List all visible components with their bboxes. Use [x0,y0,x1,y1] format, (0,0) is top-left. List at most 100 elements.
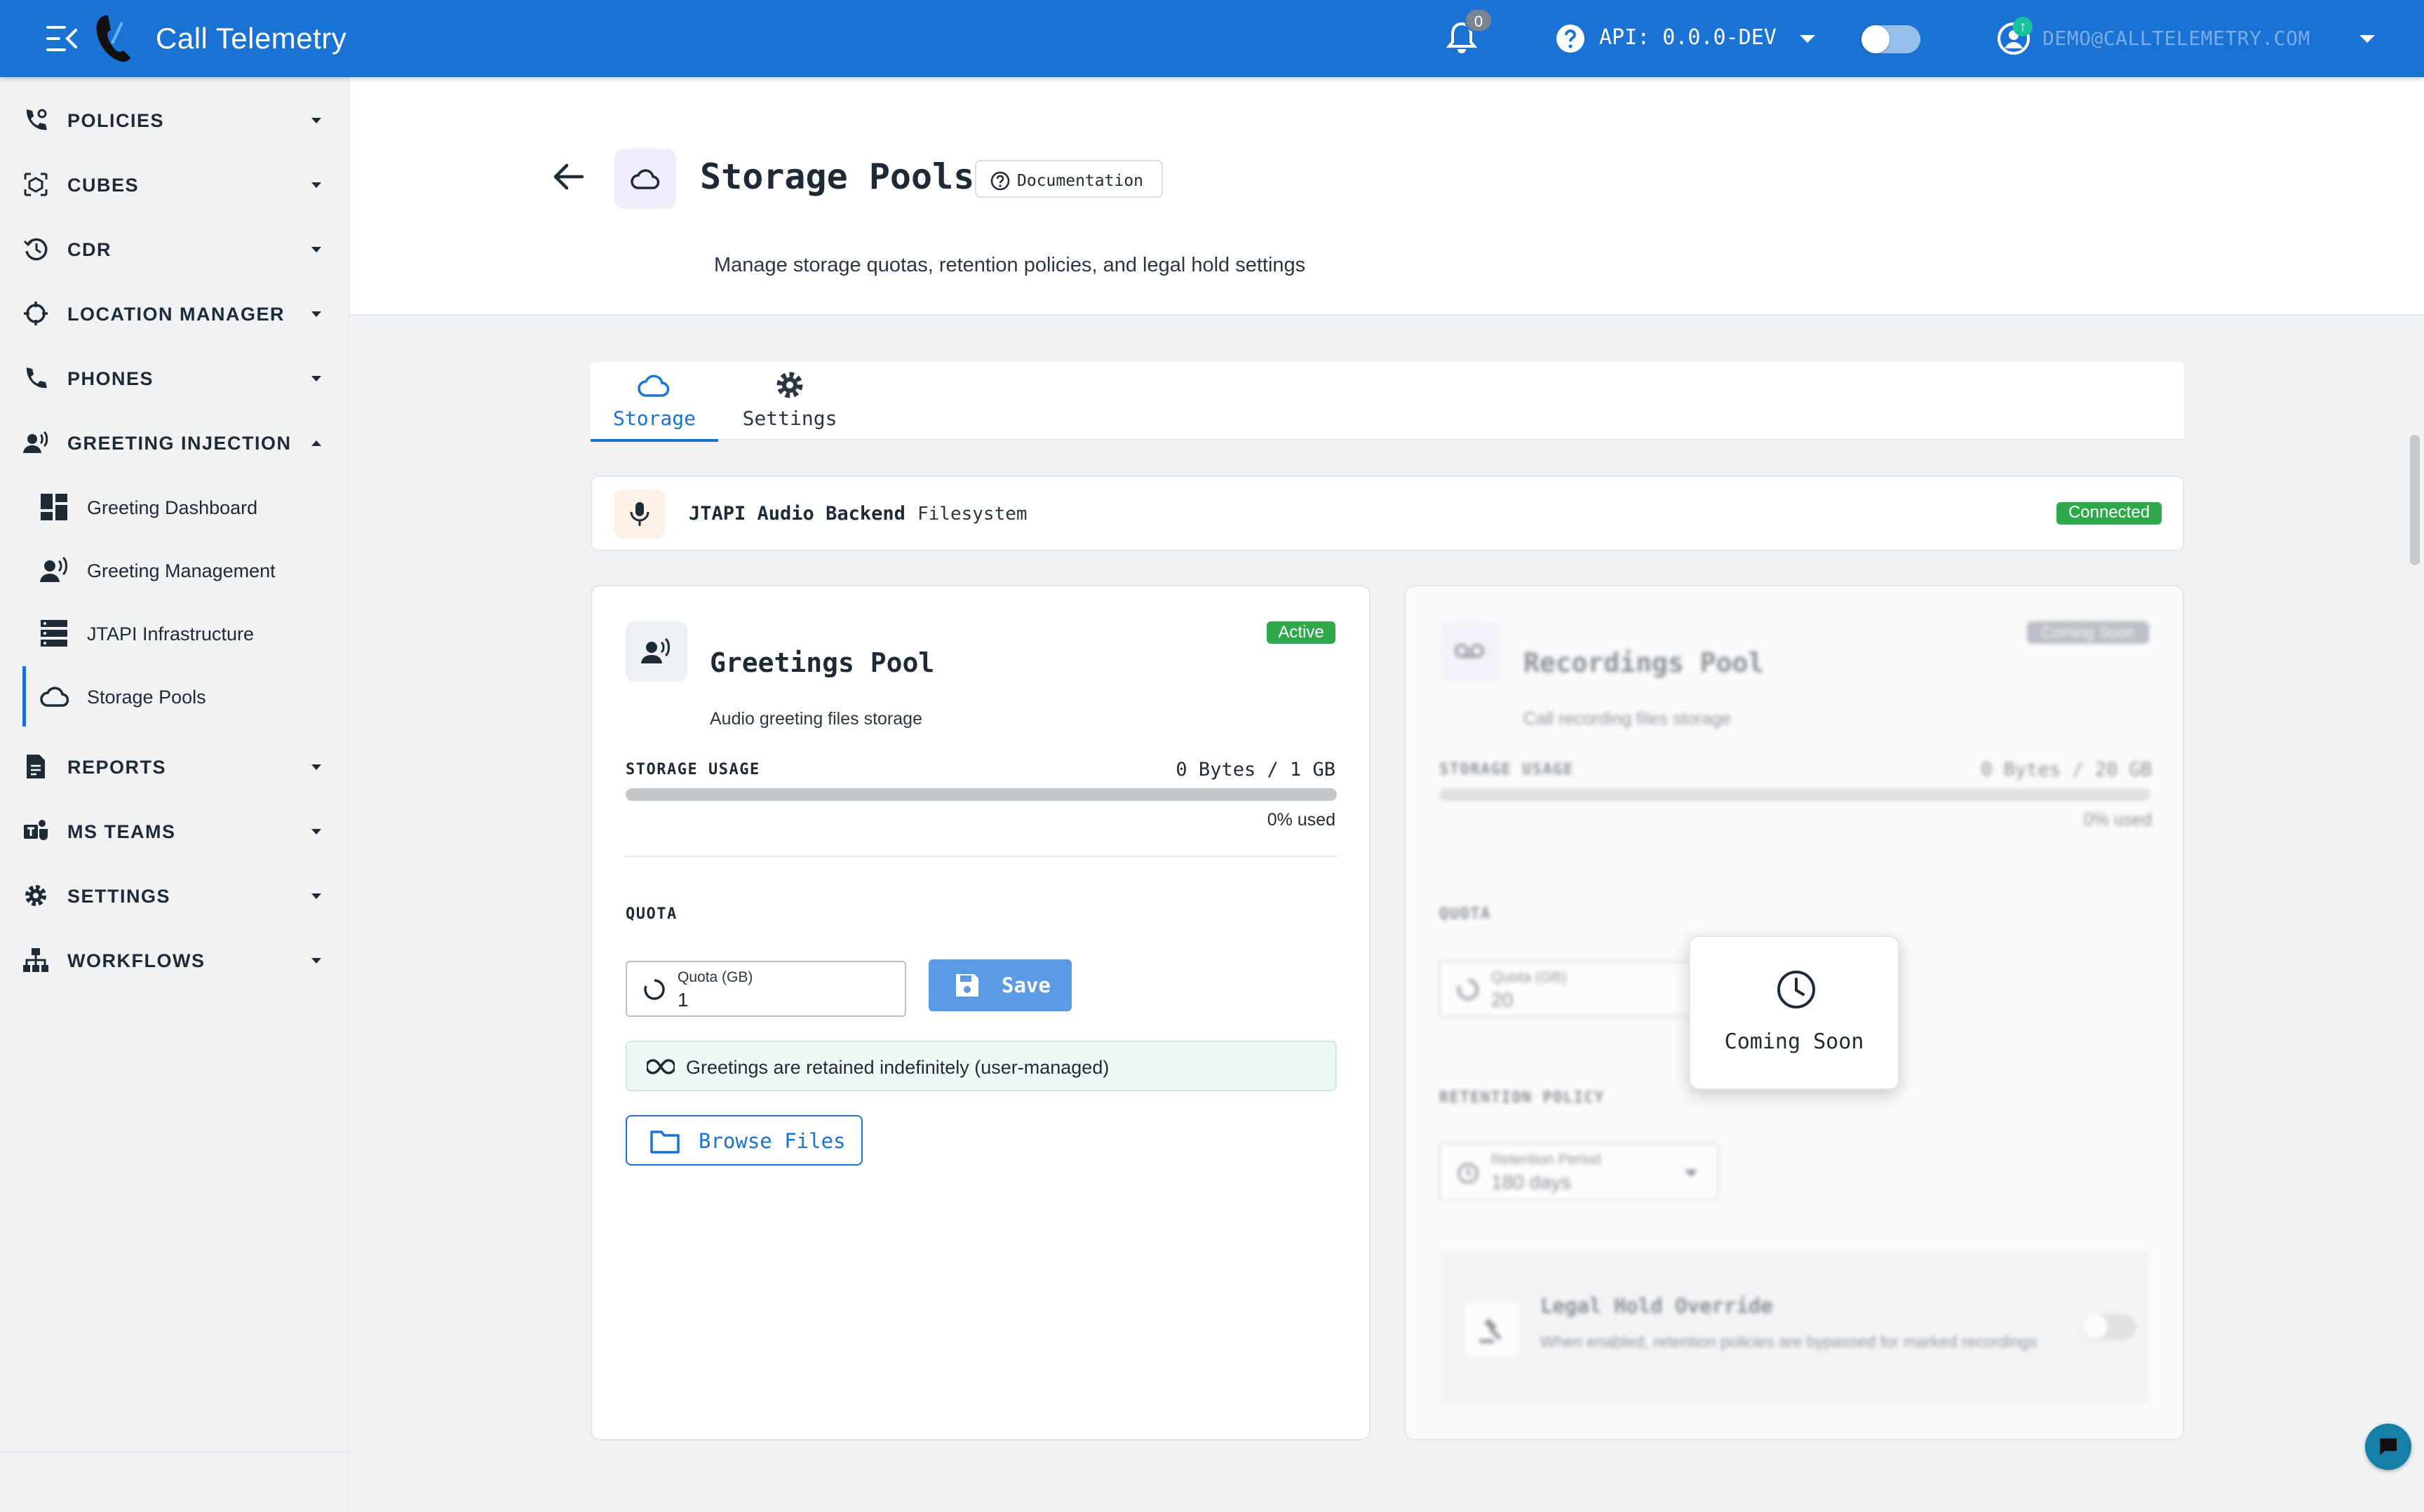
documentation-label: Documentation [1017,172,1144,190]
tab-underline [591,439,718,442]
page-title: Storage Pools [700,156,975,197]
sidebar-item-phones[interactable]: PHONES [0,348,349,408]
chevron-down-icon [311,311,321,317]
call-telemetry-logo-icon[interactable] [91,13,135,65]
api-version-selector[interactable]: API: 0.0.0-DEV [1599,25,1777,50]
sidebar-item-jtapi-infrastructure[interactable]: JTAPI Infrastructure [22,603,349,663]
chevron-down-icon [1685,1170,1697,1177]
sidebar-item-workflows[interactable]: WORKFLOWS [0,930,349,990]
sidebar-item-label: REPORTS [67,757,167,778]
chevron-down-icon [311,118,321,123]
pool-subtitle: Audio greeting files storage [710,709,922,729]
quota-field-value: 20 [1491,989,1514,1011]
microphone-icon [630,502,649,526]
chevron-up-icon [311,440,321,446]
legal-hold-description: When enabled, retention policies are byp… [1540,1332,2038,1351]
app-root: Call Telemetry 0 API: 0.0.0-DEV ↑ DEMO@C… [0,0,2424,1512]
sidebar-item-cubes[interactable]: CUBES [0,154,349,215]
user-chevron-down-icon[interactable] [2359,35,2375,43]
quota-field-value[interactable]: 1 [678,989,689,1011]
api-chevron-down-icon[interactable] [1800,35,1815,43]
gear-icon [25,885,46,906]
floppy-disk-icon [956,974,978,997]
top-bar: Call Telemetry 0 API: 0.0.0-DEV ↑ DEMO@C… [0,0,2424,77]
app-title: Call Telemetry [156,22,347,55]
menu-collapse-icon[interactable] [45,23,79,54]
gavel-icon [1480,1318,1502,1343]
sidebar-item-greeting-injection[interactable]: GREETING INJECTION [0,412,349,473]
sidebar-item-cdr[interactable]: CDR [0,219,349,279]
sidebar-item-policies[interactable]: POLICIES [0,90,349,150]
sidebar-item-label: LOCATION MANAGER [67,304,285,325]
tab-storage[interactable]: Storage [591,362,718,442]
backend-icon-tile [614,490,665,539]
sidebar-item-greeting-dashboard[interactable]: Greeting Dashboard [22,477,349,537]
storage-usage-percent: 0% used [1267,810,1335,830]
sidebar-item-location-manager[interactable]: LOCATION MANAGER [0,283,349,344]
retention-policy-label: RETENTION POLICY [1439,1089,1605,1107]
pool-status-badge: Coming Soon [2027,621,2149,644]
backend-status-row: JTAPI Audio Backend Filesystem Connected [591,475,2184,551]
documentation-button[interactable]: Documentation [975,160,1163,198]
chevron-down-icon [311,829,321,835]
chat-widget-button[interactable] [2365,1424,2411,1470]
sidebar-item-ms-teams[interactable]: MS TEAMS [0,801,349,861]
sidebar-item-label: GREETING INJECTION [67,433,292,454]
cube-icon [24,173,48,196]
sidebar-item-settings[interactable]: SETTINGS [0,865,349,926]
voice-person-icon [641,637,670,663]
quota-field-label: Quota (GB) [1491,969,1567,985]
history-icon [23,238,48,261]
loading-circle-icon [644,979,665,1000]
sidebar-sub-item-label: Greeting Dashboard [87,497,258,518]
quota-input[interactable]: Quota (GB) 1 [626,961,906,1017]
save-label: Save [1002,973,1051,997]
browse-files-button[interactable]: Browse Files [626,1115,863,1166]
page-icon [614,149,676,209]
retention-notice-text: Greetings are retained indefinitely (use… [686,1057,1110,1078]
backend-name: JTAPI Audio Backend [689,503,905,525]
toggle-knob [2083,1314,2108,1339]
quota-section-label: QUOTA [626,905,678,923]
server-icon [41,620,67,647]
dashboard-icon [41,494,67,520]
coming-soon-overlay: Coming Soon [1689,936,1899,1090]
pool-title: Recordings Pool [1523,647,1765,678]
cloud-icon [631,169,660,189]
page-scrollbar[interactable] [2410,435,2420,565]
help-circle-icon[interactable] [1556,24,1585,53]
tab-settings[interactable]: Settings [728,362,851,440]
sidebar-item-reports[interactable]: REPORTS [0,736,349,797]
storage-usage-label: STORAGE USAGE [626,761,760,778]
report-icon [27,755,45,778]
phone-icon [26,367,47,389]
divider [1439,856,2150,857]
user-update-icon: ↑ [2013,17,2033,36]
pool-icon-tile [1439,621,1501,682]
voice-person-icon [23,431,48,453]
chevron-down-icon [311,247,321,252]
storage-usage-percent: 0% used [2083,810,2152,830]
legal-hold-title: Legal Hold Override [1540,1294,1773,1318]
pool-icon-tile [626,621,687,682]
cloud-icon [638,374,670,397]
legal-hold-toggle [2083,1314,2136,1339]
backend-type: Filesystem [917,504,1028,525]
loading-circle-icon [1457,979,1479,1000]
storage-usage-value: 0 Bytes / 20 GB [1981,759,2152,781]
browse-files-label: Browse Files [699,1129,846,1153]
cloud-icon [40,687,69,707]
sidebar: POLICIES CUBES CDR LOCATION MANAGER PHON… [0,77,349,1512]
sidebar-item-greeting-management[interactable]: Greeting Management [22,540,349,600]
greetings-pool-card: Greetings Pool Audio greeting files stor… [591,585,1371,1440]
gavel-icon-tile [1464,1303,1519,1356]
page-subtitle: Manage storage quotas, retention policie… [714,254,1306,276]
tab-bar: Storage Settings [591,362,2184,442]
folder-icon [650,1130,680,1154]
user-email[interactable]: DEMO@CALLTELEMETRY.COM [2042,27,2310,50]
sidebar-sub-item-label: Storage Pools [87,687,206,708]
save-button[interactable]: Save [929,959,1072,1011]
theme-toggle[interactable] [1861,25,1920,53]
back-arrow-icon[interactable] [553,163,585,191]
sidebar-item-storage-pools[interactable]: Storage Pools [22,666,349,727]
